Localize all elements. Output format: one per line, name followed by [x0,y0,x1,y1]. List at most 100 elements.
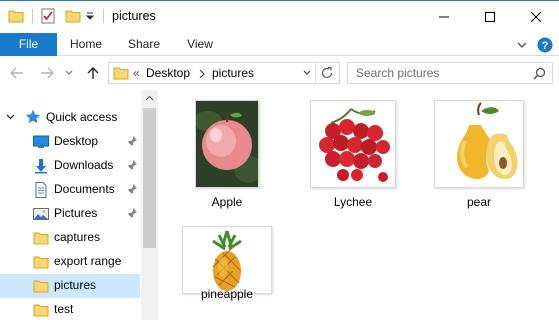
nav-item-pictures-folder[interactable]: pictures [0,274,140,298]
chevron-down-icon[interactable] [6,114,15,121]
nav-item-label: captures [54,230,101,244]
folder-icon [33,304,49,317]
navigation-bar: « Desktop pictures Search pictures [0,56,559,90]
tab-file[interactable]: File [0,33,57,56]
folder-icon [33,232,49,245]
search-input[interactable]: Search pictures [347,62,553,84]
desktop-icon [33,135,49,148]
folder-icon [33,256,49,269]
folder-icon[interactable] [8,9,24,23]
minimize-icon [439,16,449,18]
nav-item-label: test [54,302,74,316]
chevron-right-icon[interactable] [199,70,205,78]
pin-icon[interactable] [126,207,138,219]
quick-access-toolbar [8,8,108,24]
star-icon [25,109,41,124]
nav-scrollbar-thumb[interactable] [143,108,156,248]
nav-quick-access[interactable]: Quick access [0,106,140,130]
back-arrow-icon [10,67,23,79]
forward-arrow-icon [41,67,54,79]
pineapple-image [183,227,271,293]
scroll-up-icon[interactable] [145,95,154,101]
file-name: Apple [211,195,243,209]
file-list: Apple Lychee pear pineapple [158,90,559,320]
downloads-icon [35,159,47,174]
customize-toolbar-icon[interactable] [85,11,95,21]
lychee-image [311,101,395,187]
pictures-icon [33,208,49,220]
nav-item-desktop[interactable]: Desktop [0,130,140,154]
tab-home[interactable]: Home [60,33,112,56]
nav-item-label: Desktop [54,134,99,148]
search-icon[interactable] [533,67,546,80]
minimize-button[interactable] [421,1,467,33]
file-name: pear [466,195,492,209]
maximize-icon [485,12,495,22]
toolbar-separator [32,9,33,23]
pear-image [435,101,523,187]
address-bar[interactable]: « Desktop pictures [108,62,340,84]
tab-view[interactable]: View [176,33,224,56]
pin-icon[interactable] [126,183,138,195]
toolbar-separator [103,9,104,23]
refresh-icon[interactable] [320,66,334,80]
close-button[interactable] [513,1,559,33]
thumbnail [429,98,529,190]
forward-button[interactable] [38,64,56,82]
nav-item-test[interactable]: test [0,298,140,320]
ribbon: File Home Share View ? [0,33,559,56]
nav-item-documents[interactable]: Documents [0,178,140,202]
nav-item-export-range[interactable]: export range [0,250,140,274]
file-item-pineapple[interactable]: pineapple [177,214,277,314]
new-folder-icon[interactable] [65,9,81,23]
pineapple-thumbnail [182,226,272,294]
file-item-pear[interactable]: pear [429,98,529,218]
recent-locations-button[interactable] [63,64,75,82]
nav-quick-access-label: Quick access [46,110,118,124]
close-icon [531,12,541,22]
svg-text:?: ? [542,40,549,52]
nav-item-downloads[interactable]: Downloads [0,154,140,178]
window-title: pictures [112,9,156,23]
breadcrumb-overflow[interactable]: « [133,66,140,80]
pin-icon[interactable] [126,159,138,171]
pin-icon[interactable] [126,135,138,147]
navigation-pane: Quick access Desktop Downloads Documents… [0,90,158,320]
chevron-down-icon [65,70,73,75]
folder-icon [33,280,49,293]
nav-item-captures[interactable]: captures [0,226,140,250]
up-button[interactable] [84,64,102,82]
file-item-lychee[interactable]: Lychee [303,98,403,218]
apple-thumbnail [195,100,259,188]
tab-share[interactable]: Share [118,33,170,56]
documents-icon [35,182,47,198]
search-placeholder: Search pictures [356,66,440,80]
properties-icon[interactable] [41,8,55,24]
nav-item-pictures[interactable]: Pictures [0,202,140,226]
help-icon[interactable]: ? [537,37,553,53]
apple-image [196,101,258,187]
file-name: Lychee [333,195,373,209]
nav-item-label: Downloads [54,158,114,172]
maximize-button[interactable] [467,1,513,33]
breadcrumb-pictures[interactable]: pictures [212,66,254,80]
thumbnail [177,98,277,190]
file-name: pineapple [200,287,254,301]
folder-icon [113,67,129,80]
lychee-thumbnail [310,100,396,188]
up-arrow-icon [87,67,99,79]
breadcrumb-desktop[interactable]: Desktop [146,66,190,80]
pear-thumbnail [434,100,524,188]
title-bar: pictures [0,0,559,33]
nav-item-label: Documents [54,182,115,196]
expand-ribbon-icon[interactable] [517,41,527,49]
nav-item-label: export range [54,254,122,268]
address-dropdown-icon[interactable] [303,70,311,76]
nav-item-label: Pictures [54,206,98,220]
file-item-apple[interactable]: Apple [177,98,277,218]
address-divider [315,63,316,83]
ribbon-controls: ? [517,37,553,53]
nav-item-label: pictures [54,278,97,292]
back-button[interactable] [8,64,26,82]
thumbnail [303,98,403,190]
